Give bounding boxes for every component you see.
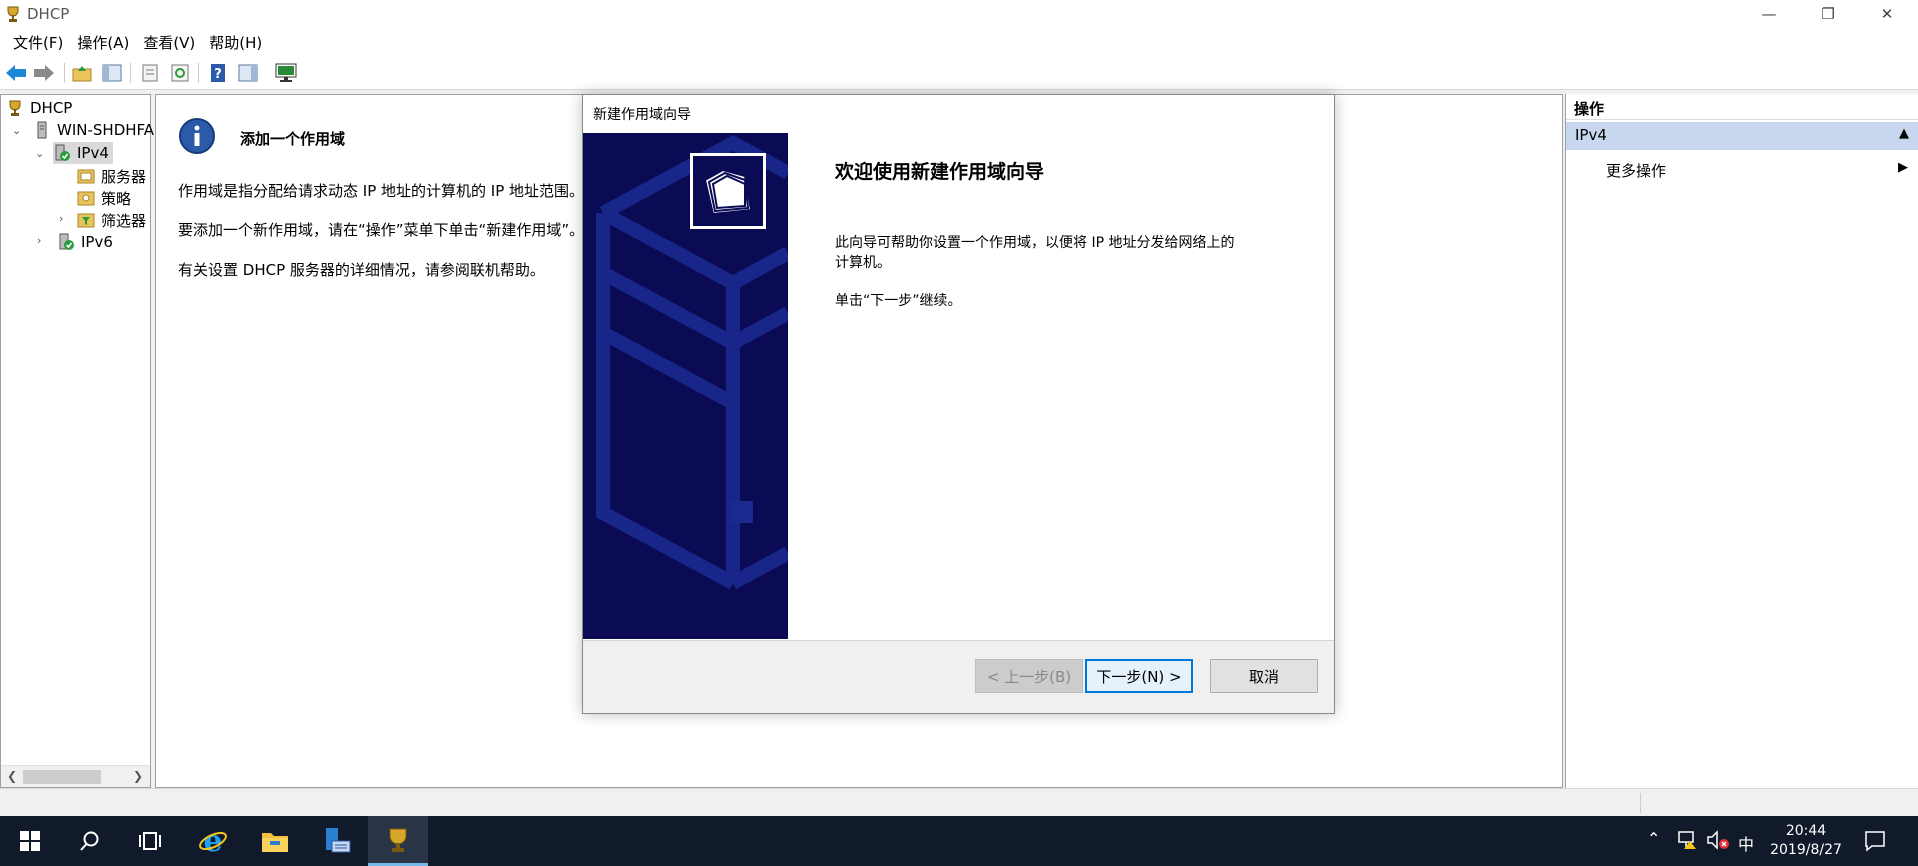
back-button[interactable]: < 上一步(B) (975, 659, 1083, 693)
wizard-description-line-1: 此向导可帮助你设置一个作用域，以便将 IP 地址分发给网络上的 (835, 235, 1235, 251)
task-view-icon[interactable] (120, 816, 180, 866)
scroll-left-icon[interactable]: ❮ (7, 769, 17, 783)
menu-help[interactable]: 帮助(H) (202, 32, 269, 53)
taskbar-clock[interactable]: 20:44 2019/8/27 (1760, 822, 1852, 860)
file-explorer-icon[interactable] (245, 816, 305, 866)
monitor-icon[interactable] (274, 61, 298, 85)
tree-label-ipv4: IPv4 (77, 144, 109, 162)
help-icon[interactable]: ? (206, 61, 230, 85)
toolbar: ? (0, 56, 1918, 90)
windows-start-icon[interactable] (0, 816, 60, 866)
wizard-description-line-2: 计算机。 (835, 255, 891, 271)
new-scope-wizard-dialog: 新建作用域向导 欢迎使用新建作用域向导 此向导可帮助你设置一个作用域，以便将 I… (582, 94, 1335, 714)
submenu-arrow-icon[interactable]: ▶ (1898, 160, 1908, 175)
properties-icon[interactable] (138, 61, 162, 85)
info-icon (179, 118, 215, 154)
tree-node-ipv4[interactable]: IPv4 (53, 142, 113, 164)
dhcp-trophy-icon (7, 6, 19, 22)
minimize-icon[interactable]: — (1740, 0, 1798, 28)
collapse-up-icon[interactable]: ▲ (1899, 126, 1909, 141)
action-center-icon[interactable] (1864, 830, 1886, 852)
tree-horizontal-scrollbar[interactable]: ❮ ❯ (1, 765, 150, 787)
tree-label-server: WIN-SHDHFA (57, 121, 155, 139)
tree-node-dhcp[interactable]: DHCP (6, 97, 72, 119)
folders-icon (690, 153, 766, 229)
tray-expand-icon[interactable]: ⌃ (1647, 829, 1660, 848)
actions-section-ipv4[interactable]: IPv4 ▲ (1566, 122, 1918, 150)
clock-time: 20:44 (1785, 823, 1827, 839)
restore-icon[interactable]: ❐ (1799, 0, 1857, 28)
tree-label-ipv6: IPv6 (81, 233, 113, 251)
dhcp-trophy-icon (9, 100, 21, 116)
wizard-button-bar: < 上一步(B) 下一步(N) > 取消 (583, 640, 1334, 713)
tree-node-server[interactable]: WIN-SHDHFA (33, 119, 154, 141)
wizard-banner (583, 133, 788, 639)
tree-label-server-options: 服务器 (101, 167, 147, 186)
server-icon (37, 121, 47, 139)
info-header: 添加一个作用域 (240, 130, 346, 148)
scrollbar-thumb[interactable] (23, 770, 101, 784)
more-actions-item[interactable]: 更多操作 (1606, 160, 1666, 181)
actions-section-label: IPv4 (1575, 126, 1607, 144)
console-tree: DHCP ⌄ WIN-SHDHFA ⌄ IPv4 服务器 策略 › 筛选器 › … (0, 94, 154, 788)
tree-node-ipv6[interactable]: IPv6 (57, 231, 113, 253)
refresh-icon[interactable] (168, 61, 192, 85)
clock-date: 2019/8/27 (1770, 842, 1842, 858)
status-bar (0, 788, 1918, 816)
search-icon[interactable] (60, 816, 120, 866)
ipv4-server-icon (55, 144, 70, 161)
forward-arrow-icon[interactable] (32, 61, 56, 85)
info-line-1: 作用域是指分配给请求动态 IP 地址的计算机的 IP 地址范围。 (178, 182, 585, 200)
svg-text:?: ? (214, 67, 222, 82)
next-button[interactable]: 下一步(N) > (1085, 659, 1193, 693)
menu-action[interactable]: 操作(A) (70, 32, 136, 53)
actions-pane: 操作 IPv4 ▲ 更多操作 ▶ (1565, 94, 1918, 788)
server-options-icon (77, 169, 95, 184)
menu-view[interactable]: 查看(V) (136, 32, 202, 53)
show-hide-tree-icon[interactable] (100, 61, 124, 85)
status-divider (1640, 793, 1641, 813)
expand-chevron-icon[interactable]: ⌄ (12, 124, 21, 137)
policies-icon (77, 191, 95, 206)
title-bar: DHCP — ❐ ✕ (0, 0, 1918, 28)
internet-explorer-icon[interactable]: e (183, 816, 243, 866)
network-warning-icon[interactable] (1676, 830, 1698, 850)
filters-icon (77, 213, 95, 228)
tree-node-server-options[interactable]: 服务器 (77, 165, 146, 187)
expand-chevron-icon[interactable]: ⌄ (35, 147, 44, 160)
tree-node-policies[interactable]: 策略 (77, 187, 131, 209)
menu-file[interactable]: 文件(F) (6, 32, 70, 53)
wizard-title: 新建作用域向导 (593, 107, 691, 123)
dhcp-app-icon[interactable] (368, 816, 428, 866)
wizard-instruction: 单击“下一步”继续。 (835, 293, 962, 309)
back-arrow-icon[interactable] (4, 61, 28, 85)
ime-indicator[interactable]: 中 (1738, 831, 1754, 855)
up-folder-icon[interactable] (70, 61, 94, 85)
info-line-2: 要添加一个新作用域，请在“操作”菜单下单击“新建作用域”。 (178, 221, 585, 239)
window-title: DHCP (27, 5, 70, 23)
show-hide-action-pane-icon[interactable] (236, 61, 260, 85)
close-icon[interactable]: ✕ (1858, 0, 1916, 28)
actions-header: 操作 (1566, 94, 1918, 120)
svg-text:e: e (203, 826, 222, 856)
scroll-right-icon[interactable]: ❯ (133, 769, 143, 783)
taskbar: e ⌃ 中 20:44 2019/8/27 (0, 816, 1918, 866)
tree-label-filters: 筛选器 (101, 211, 147, 230)
volume-muted-icon[interactable] (1706, 830, 1730, 850)
ipv6-server-icon (59, 233, 74, 250)
menu-bar: 文件(F) 操作(A) 查看(V) 帮助(H) (0, 28, 1918, 56)
tree-label-policies: 策略 (101, 189, 132, 208)
info-line-3: 有关设置 DHCP 服务器的详细情况，请参阅联机帮助。 (178, 261, 545, 279)
server-manager-icon[interactable] (307, 816, 367, 866)
cancel-button[interactable]: 取消 (1210, 659, 1318, 693)
wizard-heading: 欢迎使用新建作用域向导 (835, 161, 1045, 183)
expand-chevron-icon[interactable]: › (59, 212, 63, 225)
tree-label-dhcp: DHCP (30, 99, 73, 117)
tree-node-filters[interactable]: 筛选器 (77, 209, 146, 231)
expand-chevron-icon[interactable]: › (37, 234, 41, 247)
